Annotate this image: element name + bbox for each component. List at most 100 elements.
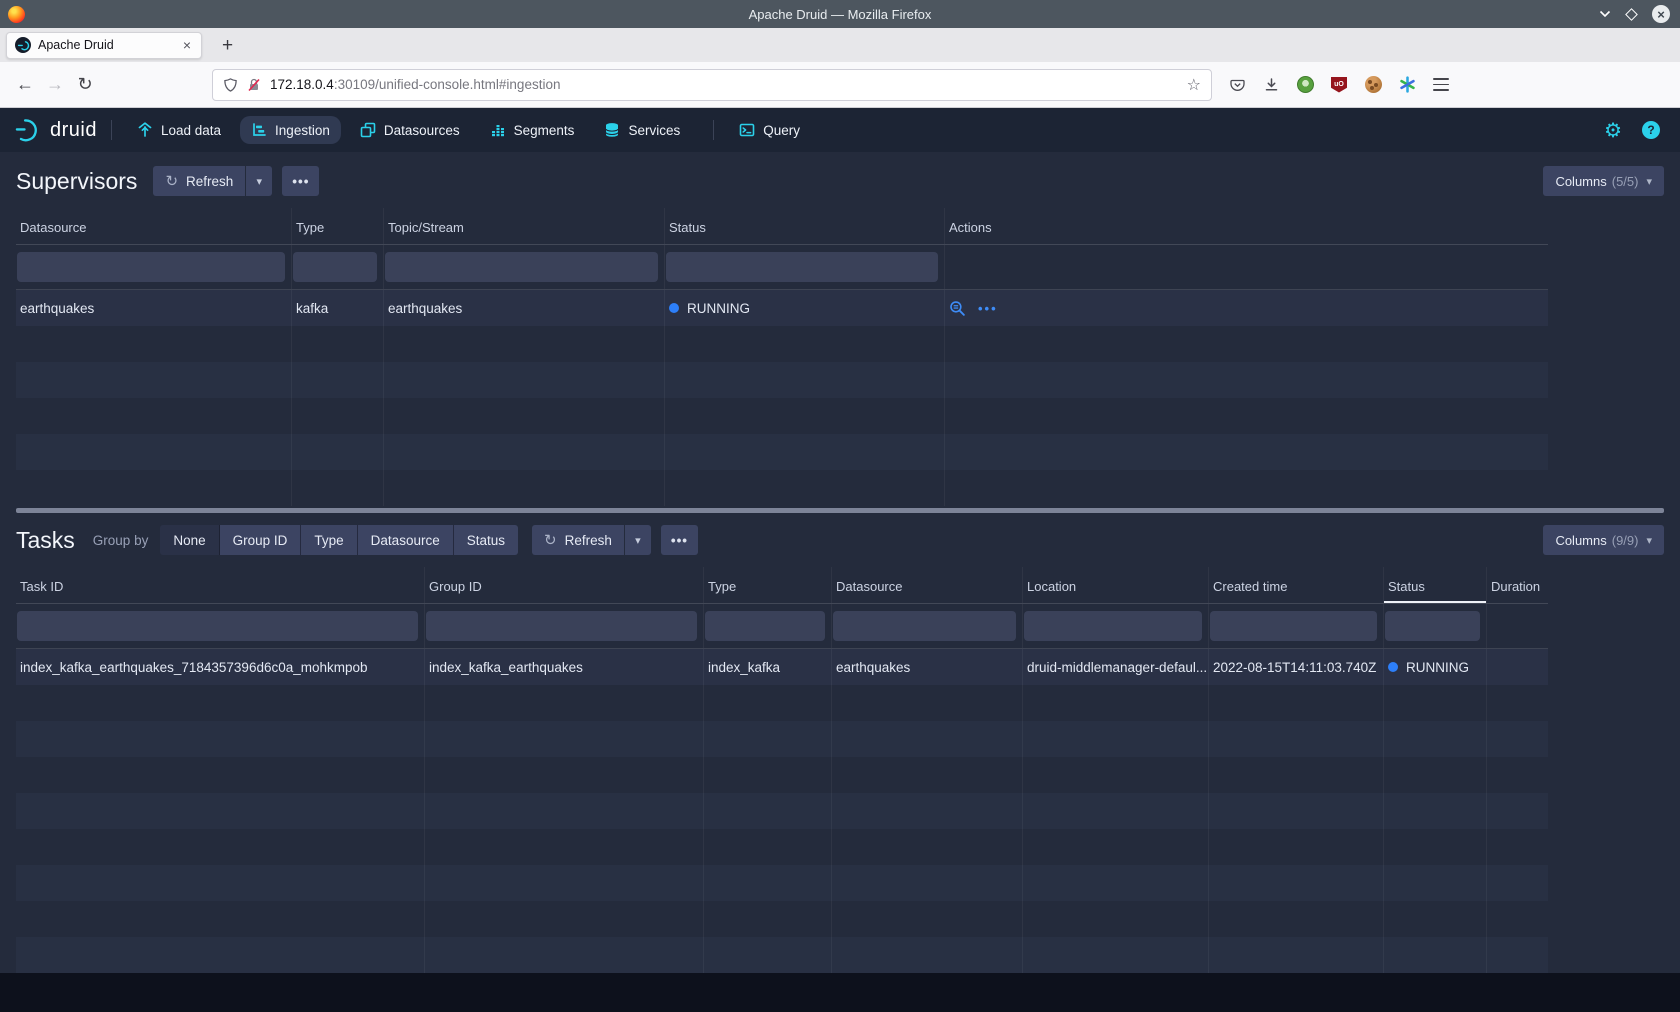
task-row[interactable]: index_kafka_earthquakes_7184357396d6c0a_… [16,649,1548,685]
window-minimize-icon[interactable] [1599,10,1611,18]
supervisors-columns-button[interactable]: Columns (5/5) ▾ [1543,166,1664,196]
nav-item-query[interactable]: Query [728,116,811,144]
cell-duration[interactable] [1487,649,1548,685]
back-icon[interactable]: ← [10,74,40,95]
group-by-group-id-button[interactable]: Group ID [220,525,302,555]
filter-group-id-input[interactable] [426,611,697,641]
cell-type[interactable]: kafka [292,290,384,326]
column-header[interactable]: Datasource [16,208,292,244]
supervisors-more-button[interactable]: ••• [282,166,319,196]
window-maximize-icon[interactable] [1625,8,1638,21]
gantt-chart-icon [251,122,267,138]
table-cell-empty [704,685,832,721]
group-by-status-button[interactable]: Status [454,525,518,555]
filter-datasource-input[interactable] [833,611,1016,641]
table-cell-empty [425,757,704,793]
column-header[interactable]: Created time [1209,567,1384,603]
tasks-refresh-caret-button[interactable]: ▾ [625,525,651,555]
nav-item-segments[interactable]: Segments [479,116,586,144]
status-label: RUNNING [1406,660,1469,675]
browser-tab[interactable]: Apache Druid × [6,32,202,59]
shield-icon[interactable] [223,77,238,93]
column-header[interactable]: Task ID [16,567,425,603]
column-header[interactable]: Location [1023,567,1209,603]
supervisors-refresh-caret-button[interactable]: ▾ [246,166,272,196]
table-cell-empty [292,398,384,434]
new-tab-button[interactable]: + [216,34,239,57]
table-cell-empty [1384,793,1487,829]
tasks-header: Tasks Group by None Group ID Type Dataso… [0,513,1680,567]
tab-close-icon[interactable]: × [181,37,193,53]
table-cell-empty [16,937,425,973]
column-header[interactable]: Duration [1487,567,1548,603]
pocket-icon[interactable] [1226,74,1248,96]
filter-type-input[interactable] [293,252,377,282]
inspect-magnifier-icon[interactable] [949,300,966,317]
asterisk-extension-icon[interactable] [1396,74,1418,96]
cell-group-id[interactable]: index_kafka_earthquakes [425,649,704,685]
filter-status-input[interactable] [666,252,938,282]
group-by-datasource-button[interactable]: Datasource [358,525,454,555]
help-icon[interactable]: ? [1642,121,1660,139]
url-text[interactable]: 172.18.0.4:30109/unified-console.html#in… [270,77,1187,92]
nav-item-services[interactable]: Services [593,116,691,144]
cell-datasource[interactable]: earthquakes [16,290,292,326]
column-header[interactable]: Status [665,208,945,244]
cell-datasource[interactable]: earthquakes [832,649,1023,685]
group-by-none-button[interactable]: None [160,525,219,555]
reload-icon[interactable]: ↻ [70,74,100,95]
cell-location[interactable]: druid-middlemanager-defaul... [1023,649,1209,685]
table-cell-empty [1023,865,1209,901]
supervisor-row[interactable]: earthquakes kafka earthquakes RUNNING ••… [16,290,1548,326]
tasks-refresh-button[interactable]: ↻ Refresh [532,525,624,555]
filter-type-input[interactable] [705,611,825,641]
download-icon[interactable] [1260,74,1282,96]
settings-gear-icon[interactable]: ⚙ [1604,118,1622,143]
nav-item-label: Ingestion [275,123,330,138]
caret-down-icon: ▾ [1646,534,1652,547]
table-cell-empty [832,757,1023,793]
cell-status[interactable]: RUNNING [665,290,945,326]
column-header[interactable]: Topic/Stream [384,208,665,244]
row-more-actions-icon[interactable]: ••• [978,301,998,316]
filter-created-time-input[interactable] [1210,611,1377,641]
table-cell-empty [425,865,704,901]
filter-topic-input[interactable] [385,252,658,282]
column-header[interactable]: Datasource [832,567,1023,603]
table-cell-empty [384,470,665,506]
menu-hamburger-icon[interactable] [1430,74,1452,96]
forward-icon[interactable]: → [40,74,70,95]
bookmark-star-icon[interactable]: ☆ [1187,75,1201,95]
cell-status[interactable]: RUNNING [1384,649,1487,685]
druid-console: Supervisors ↻ Refresh ▾ ••• Columns (5/5… [0,152,1680,973]
cell-type[interactable]: index_kafka [704,649,832,685]
column-header[interactable]: Group ID [425,567,704,603]
nav-item-ingestion[interactable]: Ingestion [240,116,341,144]
column-header-sorted[interactable]: Status [1384,567,1487,603]
filter-task-id-input[interactable] [17,611,418,641]
ublock-origin-icon[interactable]: uO [1328,74,1350,96]
cell-created-time[interactable]: 2022-08-15T14:11:03.740Z [1209,649,1384,685]
supervisors-refresh-button[interactable]: ↻ Refresh [153,166,245,196]
filter-location-input[interactable] [1024,611,1202,641]
insecure-lock-icon[interactable] [246,77,262,93]
nav-item-datasources[interactable]: Datasources [349,116,471,144]
table-row-empty [16,865,1548,901]
column-header[interactable]: Type [292,208,384,244]
tasks-more-button[interactable]: ••• [661,525,698,555]
column-header[interactable]: Actions [945,208,1548,244]
nav-item-label: Load data [161,123,221,138]
filter-datasource-input[interactable] [17,252,285,282]
cookie-icon[interactable] [1362,74,1384,96]
column-header[interactable]: Type [704,567,832,603]
group-by-type-button[interactable]: Type [301,525,357,555]
cell-task-id[interactable]: index_kafka_earthquakes_7184357396d6c0a_… [16,649,425,685]
tasks-columns-button[interactable]: Columns (9/9) ▾ [1543,525,1664,555]
cell-topic-stream[interactable]: earthquakes [384,290,665,326]
window-close-icon[interactable]: × [1652,5,1670,23]
url-bar[interactable]: 172.18.0.4:30109/unified-console.html#in… [212,69,1212,101]
privacy-badger-icon[interactable] [1294,74,1316,96]
filter-status-input[interactable] [1385,611,1480,641]
nav-item-load-data[interactable]: Load data [126,116,232,144]
druid-logo[interactable]: druid [14,116,97,144]
